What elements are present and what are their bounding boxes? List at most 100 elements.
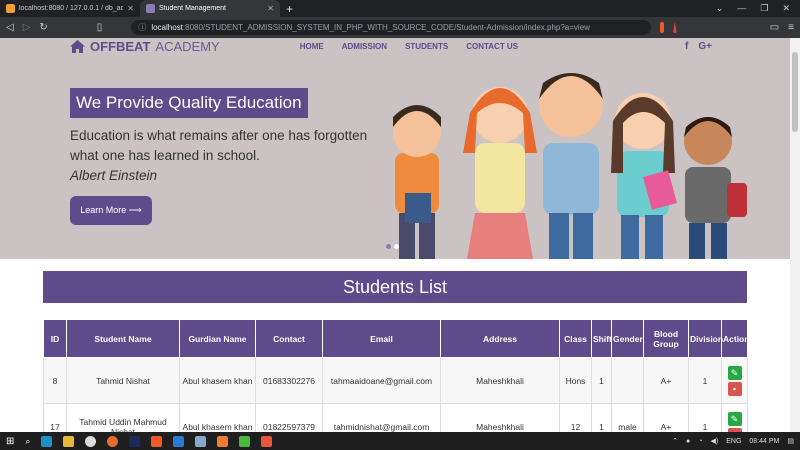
cell-email: tahmidnishat@gmail.com (322, 403, 441, 432)
notification-icon[interactable]: ▤ (787, 437, 794, 445)
menu-icon[interactable]: ≡ (788, 22, 794, 33)
wrench-icon[interactable]: ✎ (727, 365, 742, 380)
cell-student-name: Tahmid Nishat (66, 357, 180, 404)
new-tab-button[interactable]: + (280, 2, 299, 16)
reload-icon[interactable]: ↻ (39, 22, 47, 33)
url-path: :8080/STUDENT_ADMISSION_SYSTEM_IN_PHP_WI… (182, 23, 590, 32)
students-list-heading: Students List (43, 271, 747, 303)
wrench-icon[interactable]: ✎ (727, 411, 742, 426)
col-header: ID (43, 319, 67, 358)
brave-icon[interactable] (151, 435, 163, 447)
edge-icon[interactable] (41, 435, 53, 447)
cell-blood-group: A+ (643, 403, 689, 432)
bookmark-icon[interactable]: ▯ (97, 22, 103, 33)
col-header: Gurdian Name (179, 319, 256, 358)
page-favicon-icon (146, 4, 155, 13)
cell-address: Maheshkhali (440, 357, 560, 404)
browser-tab-strip: localhost:8080 / 127.0.0.1 / db_admissi … (0, 0, 800, 17)
firefox-icon[interactable] (107, 435, 119, 447)
nav-home[interactable]: HOME (300, 42, 324, 51)
cell-shift: 1 (591, 403, 612, 432)
col-header: Class (559, 319, 592, 358)
photoshop-icon[interactable] (129, 435, 141, 447)
cell-gender: male (611, 403, 644, 432)
cell-class: Hons (559, 357, 592, 404)
col-header: Action (721, 319, 749, 358)
minimize-icon[interactable]: — (737, 3, 746, 14)
tab-search-icon[interactable]: ⌄ (716, 3, 724, 14)
table-header-row: ID Student Name Gurdian Name Contact Ema… (43, 319, 749, 358)
brand-logo[interactable]: OFFBEAT ACADEMY (70, 39, 220, 54)
students-illustration (393, 73, 747, 259)
home-icon (70, 39, 85, 53)
chrome-icon[interactable] (85, 435, 97, 447)
brave-rewards-icon[interactable] (673, 22, 677, 33)
cell-division: 1 (688, 357, 722, 404)
brand-bold: OFFBEAT (90, 38, 151, 54)
network-icon[interactable]: ◔ (698, 438, 702, 445)
col-header: Address (440, 319, 560, 358)
notepad-icon[interactable] (195, 435, 207, 447)
col-header: Email (322, 319, 441, 358)
cell-student-name: Tahmid Uddin Mahmud Nishat (66, 403, 180, 432)
web-page: OFFBEAT ACADEMY HOME ADMISSION STUDENTS … (0, 38, 790, 432)
microphone-icon[interactable]: ● (686, 438, 690, 445)
url-field[interactable]: ⓘ localhost:8080/STUDENT_ADMISSION_SYSTE… (131, 20, 652, 35)
table-row: 17 Tahmid Uddin Mahmud Nishat Abul khase… (43, 403, 748, 432)
carousel-indicators (386, 244, 399, 249)
wallet-icon[interactable]: ▭ (770, 22, 779, 33)
address-bar: ◁ ▷ ↻ ▯ ⓘ localhost:8080/STUDENT_ADMISSI… (0, 17, 800, 38)
volume-icon[interactable]: ◀) (711, 437, 719, 445)
language-indicator[interactable]: ENG (726, 438, 741, 445)
cell-action: ✎ ▪ (721, 357, 748, 404)
close-window-icon[interactable]: ✕ (782, 3, 790, 14)
cell-email: tahmaaidoane@gmail.com (322, 357, 441, 404)
cell-blood-group: A+ (643, 357, 689, 404)
vscode-icon[interactable] (173, 435, 185, 447)
xampp-icon[interactable] (217, 435, 229, 447)
col-header: Gender (611, 319, 644, 358)
forward-icon[interactable]: ▷ (23, 22, 31, 33)
hero-quote: Education is what remains after one has … (70, 128, 368, 163)
tab-title: localhost:8080 / 127.0.0.1 / db_admissi (19, 5, 124, 12)
brave-shield-icon[interactable] (660, 22, 664, 33)
clock[interactable]: 08:44 PM (749, 438, 779, 445)
chevron-up-icon[interactable]: ⌃ (672, 437, 678, 445)
cell-action: ✎ ▪ (721, 403, 748, 432)
col-header: Student Name (66, 319, 180, 358)
scrollbar-thumb[interactable] (792, 52, 798, 132)
carousel-dot[interactable] (394, 244, 399, 249)
cell-shift: 1 (591, 357, 612, 404)
col-header: Shift (591, 319, 612, 358)
cell-guardian-name: Abul khasem khan (179, 357, 256, 404)
app-icon[interactable] (261, 435, 273, 447)
camtasia-icon[interactable] (239, 435, 251, 447)
back-icon[interactable]: ◁ (6, 22, 14, 33)
cell-id: 17 (43, 403, 67, 432)
table-row: 8 Tahmid Nishat Abul khasem khan 0168330… (43, 357, 748, 404)
windows-start-icon[interactable]: ⊞ (6, 436, 14, 447)
close-tab-icon[interactable]: ✕ (127, 4, 134, 13)
trash-icon[interactable]: ▪ (727, 381, 742, 396)
hero-quote-author: Albert Einstein (70, 168, 158, 183)
cell-contact: 01683302276 (255, 357, 323, 404)
cell-class: 12 (559, 403, 592, 432)
cell-division: 1 (688, 403, 722, 432)
cell-gender (611, 357, 644, 404)
col-header: Blood Group (643, 319, 689, 358)
learn-more-button[interactable]: Learn More ⟶ (70, 196, 152, 225)
maximize-icon[interactable]: ❐ (760, 3, 768, 14)
url-host: localhost (151, 23, 183, 32)
window-controls: ⌄ — ❐ ✕ (716, 3, 800, 14)
page-scrollbar[interactable] (790, 38, 800, 432)
carousel-dot[interactable] (386, 244, 391, 249)
close-tab-icon[interactable]: ✕ (267, 4, 274, 13)
col-header: Division (688, 319, 723, 358)
file-explorer-icon[interactable] (63, 435, 75, 447)
cell-contact: 01822597379 (255, 403, 323, 432)
tab-phpmyadmin[interactable]: localhost:8080 / 127.0.0.1 / db_admissi … (0, 0, 140, 17)
tab-title: Student Management (159, 5, 226, 12)
search-icon[interactable]: ⌕ (25, 436, 30, 447)
tab-student-management[interactable]: Student Management ✕ (140, 0, 280, 17)
cell-id: 8 (43, 357, 67, 404)
